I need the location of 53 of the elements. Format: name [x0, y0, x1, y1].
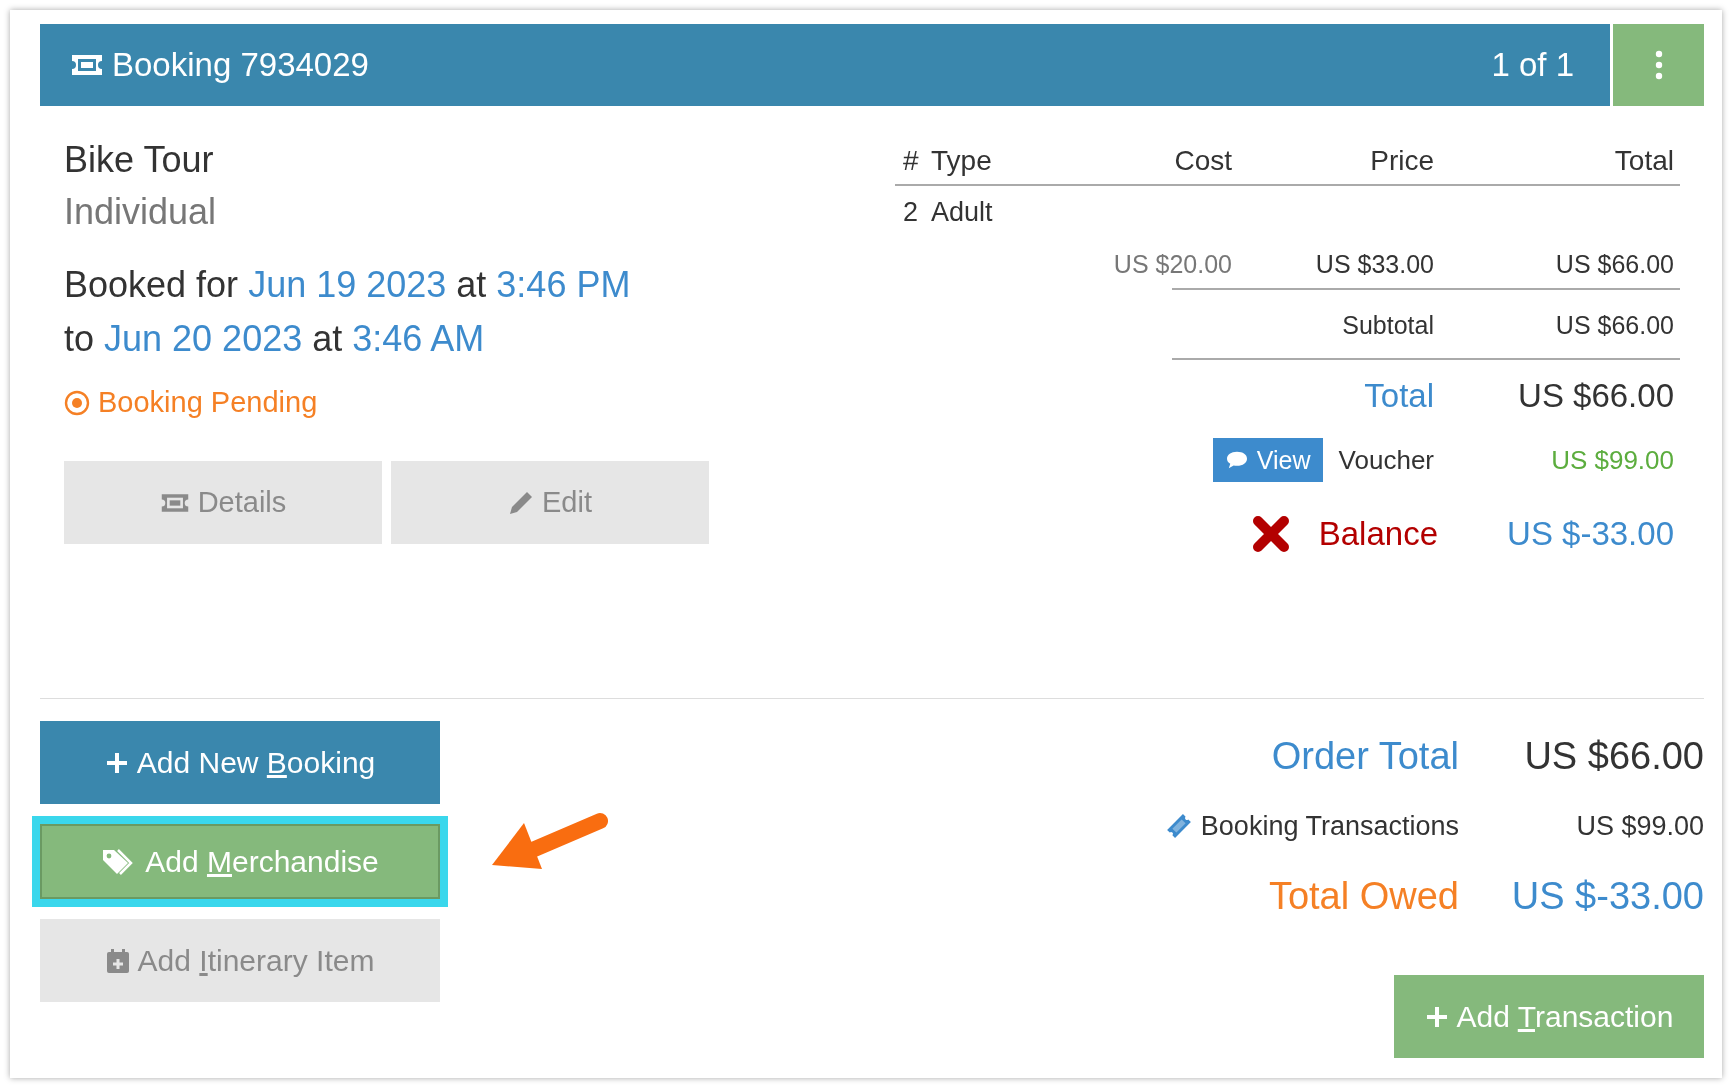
schedule-label: to — [64, 317, 95, 361]
column-header: Price — [1369, 145, 1434, 177]
column-header: Type — [930, 145, 993, 177]
tour-name: Bike Tour — [64, 138, 215, 182]
order-total-value: US $66.00 — [1524, 734, 1704, 778]
details-button[interactable]: Details — [64, 461, 382, 544]
quantity-cell-text: 2 — [902, 196, 920, 228]
voucher-value: US $99.00 — [1550, 444, 1674, 476]
schedule-label: at — [312, 317, 343, 361]
voucher-label: Voucher — [1338, 444, 1434, 476]
column-header: # — [902, 145, 920, 177]
ticket-icon — [159, 491, 190, 514]
page-counter: 1 of 1 — [1491, 46, 1574, 84]
speech-bubble-icon — [1224, 450, 1249, 470]
add-button[interactable]: Add New Booking — [40, 721, 440, 804]
end-date-link[interactable]: Jun 20 2023 — [104, 312, 303, 366]
start-date-link[interactable]: Jun 19 2023 — [248, 258, 447, 312]
status-dot-icon — [64, 389, 90, 416]
cost-cell-text: US $20.00 — [1112, 249, 1232, 279]
order-total-label: Order Total — [1271, 734, 1459, 778]
calendar-plus-icon — [105, 947, 130, 974]
total-owed-label: Total Owed — [1268, 874, 1459, 918]
transactions-label: Booking Transactions — [1200, 810, 1459, 842]
total-value: US $66.00 — [1517, 377, 1674, 415]
total-owed-value: US $-33.00 — [1511, 874, 1704, 918]
vertical-dots-icon — [1654, 50, 1663, 80]
type-cell-text: Adult — [930, 196, 994, 228]
plus-icon — [104, 750, 129, 775]
edit-button[interactable]: Edit — [391, 461, 709, 544]
end-time-link[interactable]: 3:46 AM — [352, 312, 485, 366]
balance-label: Balance — [1318, 515, 1438, 553]
plus-icon — [1424, 1004, 1449, 1029]
add-button[interactable]: Add Itinerary Item — [40, 919, 440, 1002]
balance-value: US $-33.00 — [1506, 515, 1674, 553]
ticket-icon — [70, 53, 104, 77]
booking-status: Booking Pending — [98, 386, 318, 419]
add-transaction-button[interactable]: Add Transaction — [1394, 975, 1704, 1058]
schedule-label: Booked for — [64, 263, 239, 307]
transactions-value: US $99.00 — [1576, 810, 1704, 842]
column-header: Cost — [1173, 145, 1232, 177]
total-cell-text: US $66.00 — [1554, 249, 1674, 279]
schedule-label: at — [456, 263, 487, 307]
booking-title: Booking 7934029 — [112, 46, 369, 84]
view-button[interactable]: View — [1212, 438, 1323, 482]
total-label: Total — [1363, 377, 1434, 415]
booking-category: Individual — [64, 190, 218, 234]
pencil-icon — [508, 489, 534, 516]
start-time-link[interactable]: 3:46 PM — [496, 258, 631, 312]
subtotal-value: US $66.00 — [1554, 310, 1674, 340]
column-header: Total — [1613, 145, 1674, 177]
price-cell-text: US $33.00 — [1314, 249, 1434, 279]
more-menu-button[interactable] — [1613, 24, 1704, 106]
subtotal-label: Subtotal — [1341, 310, 1434, 340]
